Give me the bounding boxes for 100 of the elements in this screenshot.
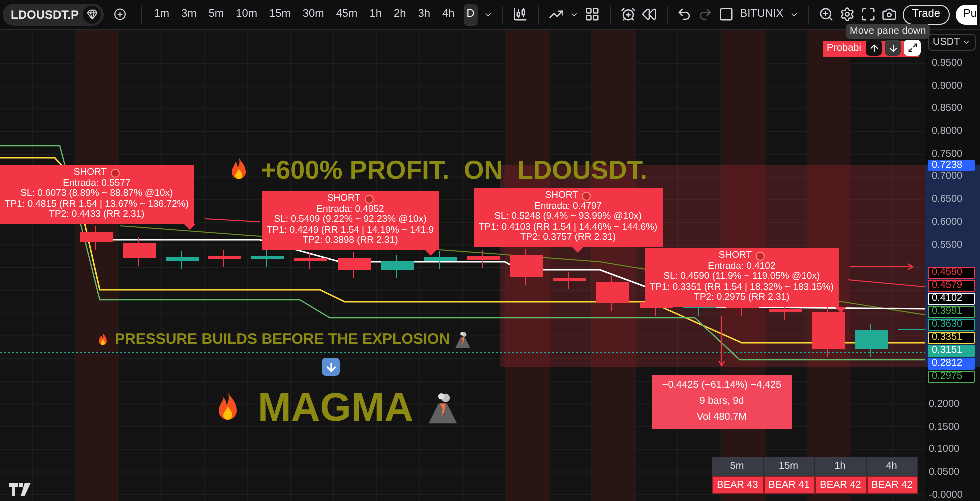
signal-line: SL: 0.5248 (9.4% ~ 93.99% @10x) <box>494 212 642 223</box>
redo-icon[interactable] <box>698 7 714 22</box>
interval-button[interactable]: 1h <box>366 4 385 26</box>
symbol-search[interactable]: LDOUSDT.P <box>3 4 104 26</box>
price-label: 0.7500 <box>932 148 963 160</box>
measure-line: Vol 480.7M <box>696 411 748 425</box>
price-label: 0.1500 <box>929 422 961 433</box>
signal-line: SL: 0.4590 (11.9% ~ 119.05% @10x) <box>664 272 820 283</box>
signal-title: SHORT <box>718 251 752 262</box>
price-tag: 0.2975 <box>928 371 975 383</box>
candle <box>80 226 113 250</box>
undo-icon[interactable] <box>677 7 692 22</box>
price-tag: 0.3991 <box>928 306 975 318</box>
candle <box>166 250 199 270</box>
interval-button[interactable]: 3h <box>415 4 434 26</box>
candles-icon[interactable] <box>513 7 528 22</box>
interval-button[interactable]: 10m <box>233 4 260 26</box>
candle <box>596 276 629 312</box>
signal-line: TP2: 0.2975 (RR 2.31) <box>694 293 790 304</box>
price-tag: 0.2812 <box>928 358 975 370</box>
table-cell: BEAR 43 <box>712 476 764 494</box>
candle <box>123 236 156 266</box>
price-tag: 0.4590 <box>928 267 975 279</box>
square-icon[interactable] <box>719 7 734 22</box>
candle <box>208 250 241 268</box>
candle <box>424 250 457 270</box>
arrow-up-icon <box>868 42 880 54</box>
price-label: 0.2000 <box>929 399 961 410</box>
price-label: 0.6500 <box>932 194 963 206</box>
fullscreen-icon[interactable] <box>861 7 876 22</box>
subheadline-text: PRESSURE BUILDS BEFORE THE EXPLOSION <box>115 330 450 350</box>
signal-line: Entrada: 0.4797 <box>534 202 602 212</box>
interval-button[interactable]: 4h <box>439 4 458 26</box>
interval-button[interactable]: 45m <box>333 4 361 26</box>
signal-line: TP1: 0.3351 (RR 1.54 | 18.32% ~ 183.15%) <box>650 282 834 293</box>
camera-icon[interactable] <box>882 7 898 22</box>
price-label: 0.0500 <box>929 467 961 478</box>
price-label: 0.6000 <box>932 216 963 228</box>
price-label: 0.5500 <box>932 240 963 250</box>
volcano-icon <box>454 331 472 350</box>
arrow <box>850 263 914 271</box>
interval-button[interactable]: 1m <box>151 4 173 26</box>
headline-text: +600% PROFIT. ON LDOUSDT. <box>261 156 648 184</box>
signal-line: TP1: 0.4249 (RR 1.54 | 14.19% ~ 141.9 <box>267 226 434 236</box>
price-label: 0.7000 <box>932 171 963 182</box>
price-label: 0.9500 <box>932 58 963 69</box>
exchange-label[interactable]: BITUNIX <box>740 6 784 23</box>
table-header: 5m <box>712 457 764 476</box>
signal-line: TP1: 0.4815 (RR 1.54 | 13.67% ~ 136.72%) <box>5 200 189 210</box>
measure-line: −0.4425 (−61.14%) −4,425 <box>661 379 783 393</box>
table-cell: BEAR 42 <box>815 476 866 494</box>
signal-line: SL: 0.5409 (9.22% ~ 92.23% @10x) <box>274 215 427 226</box>
add-symbol-icon[interactable] <box>114 6 127 23</box>
signal-title: SHORT <box>327 194 361 205</box>
table-cell: BEAR 41 <box>764 476 815 494</box>
candle <box>510 248 543 286</box>
signal-line: Entrada: 0.4952 <box>316 204 384 215</box>
price-label: 0.8000 <box>932 126 963 138</box>
move-pane-up-button[interactable] <box>866 40 882 56</box>
price-tag: 0.7238 <box>928 160 975 171</box>
grid-icon[interactable] <box>584 7 600 22</box>
signal-line: SL: 0.6073 (8.89% ~ 88.87% @10x) <box>20 189 174 200</box>
move-pane-down-button[interactable] <box>885 40 901 56</box>
price-label: 0.1000 <box>929 444 961 456</box>
table-header: 1h <box>815 457 866 476</box>
candle <box>338 252 371 278</box>
publish-button[interactable]: Pu <box>956 4 977 24</box>
magma-text: MAGMA <box>258 385 414 432</box>
signal-line: TP2: 0.3757 (RR 2.31) <box>520 233 616 244</box>
arrow-down-icon <box>888 42 898 54</box>
interval-button[interactable]: 15m <box>266 4 294 26</box>
candle <box>251 250 284 268</box>
interval-button[interactable]: D <box>464 4 478 26</box>
tooltip: Move pane down <box>846 24 930 39</box>
interval-button[interactable]: 5m <box>206 4 228 26</box>
currency-dropdown[interactable]: USDT <box>928 34 976 51</box>
price-label: 0.8500 <box>932 103 963 114</box>
signal-title: SHORT <box>545 191 578 202</box>
table-cell: BEAR 42 <box>866 476 918 494</box>
rewind-icon[interactable] <box>642 7 656 22</box>
maximize-pane-button[interactable] <box>904 40 921 56</box>
signal-title: SHORT <box>74 168 107 179</box>
interval-button[interactable]: 3m <box>178 4 200 26</box>
zoom-icon[interactable] <box>819 7 834 22</box>
signal-line: TP2: 0.4433 (RR 2.31) <box>49 210 145 221</box>
candle <box>294 252 327 270</box>
logo-icon <box>9 483 31 496</box>
candle <box>381 254 414 278</box>
price-label: 0.9000 <box>932 80 963 92</box>
candle <box>553 272 586 290</box>
chevron-down-icon <box>962 38 971 47</box>
candle <box>467 250 500 268</box>
alarm-plus-icon[interactable] <box>620 7 636 22</box>
price-tag: 0.3151 <box>928 345 975 357</box>
interval-button[interactable]: 2h <box>390 4 410 26</box>
price-tag: 0.3351 <box>928 332 975 344</box>
table-header: 4h <box>866 457 918 476</box>
settings-icon[interactable] <box>840 7 856 22</box>
interval-button[interactable]: 30m <box>300 4 328 26</box>
signal-line: Entrada: 0.4102 <box>708 262 776 272</box>
